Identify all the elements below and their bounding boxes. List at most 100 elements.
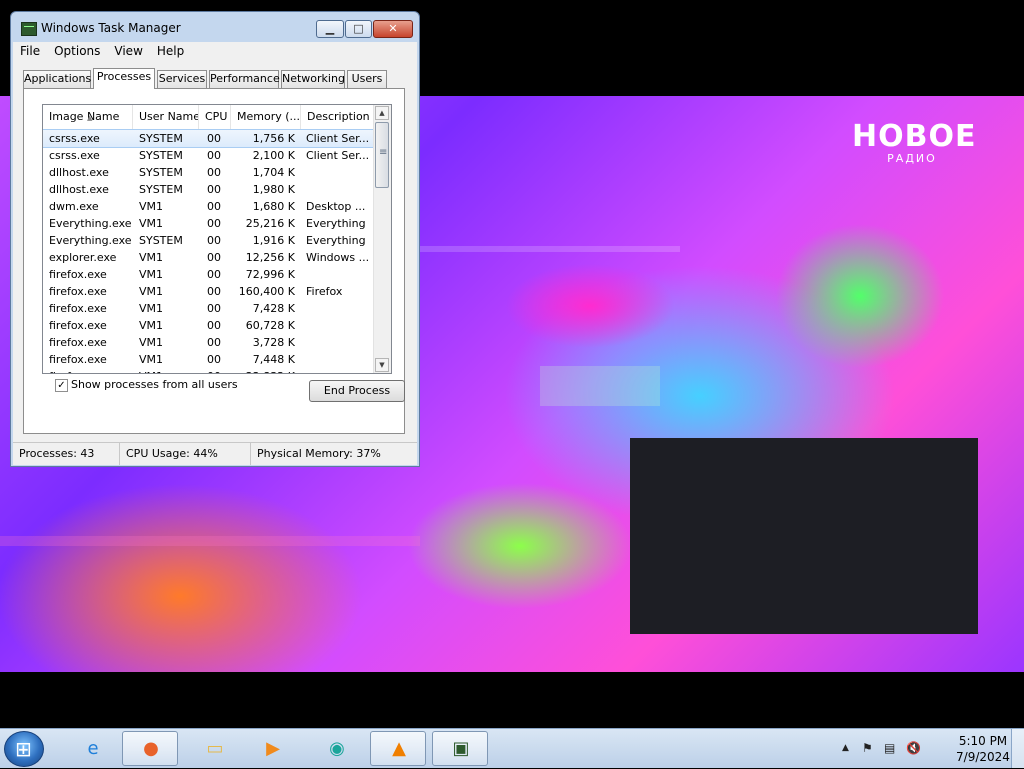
clock[interactable]: 5:10 PM 7/9/2024 bbox=[948, 733, 1018, 765]
column-cpu[interactable]: CPU bbox=[199, 105, 231, 129]
client-area: Applications Processes Services Performa… bbox=[13, 62, 417, 442]
column-label: Image Name bbox=[49, 110, 120, 123]
cell-cpu: 00 bbox=[207, 217, 221, 230]
cell-cpu: 00 bbox=[207, 132, 221, 145]
menu-bar: File Options View Help bbox=[13, 42, 417, 62]
processes-panel: Image Name ▲ User Name CPU Memory (... De… bbox=[23, 88, 405, 434]
cell-image-name: Everything.exe bbox=[49, 217, 132, 230]
column-memory[interactable]: Memory (... bbox=[231, 105, 301, 129]
cell-user-name: SYSTEM bbox=[139, 234, 183, 247]
volume-muted-icon[interactable]: 🔇 bbox=[906, 741, 921, 755]
table-row[interactable]: firefox.exe VM1 00 3,728 K bbox=[43, 334, 375, 351]
explorer-button[interactable]: ▭ bbox=[186, 731, 242, 766]
action-center-flag-icon[interactable]: ⚑ bbox=[862, 741, 873, 755]
table-row[interactable]: firefox.exe VM1 00 160,400 K Firefox bbox=[43, 283, 375, 300]
cell-image-name: firefox.exe bbox=[49, 319, 107, 332]
network-icon[interactable]: ▤ bbox=[884, 741, 895, 755]
table-row[interactable]: firefox.exe VM1 00 7,448 K bbox=[43, 351, 375, 368]
cell-cpu: 00 bbox=[207, 183, 221, 196]
cell-memory: 1,680 K bbox=[252, 200, 295, 213]
scroll-down-icon[interactable]: ▼ bbox=[375, 358, 389, 372]
cell-description: Client Ser... bbox=[306, 149, 370, 162]
tab-processes[interactable]: Processes bbox=[93, 68, 155, 89]
cell-cpu: 00 bbox=[207, 268, 221, 281]
table-row[interactable]: csrss.exe SYSTEM 00 2,100 K Client Ser... bbox=[43, 147, 375, 164]
app-icon: ◉ bbox=[329, 738, 345, 759]
menu-options[interactable]: Options bbox=[47, 42, 107, 60]
title-bar[interactable]: Windows Task Manager ▁ □ ✕ bbox=[11, 12, 419, 42]
cell-user-name: SYSTEM bbox=[139, 149, 183, 162]
close-button[interactable]: ✕ bbox=[373, 20, 413, 38]
media-player-button[interactable]: ▶ bbox=[244, 731, 300, 766]
firefox-button[interactable]: ● bbox=[122, 731, 178, 766]
cell-user-name: VM1 bbox=[139, 217, 164, 230]
vertical-scrollbar[interactable]: ▲ ▼ bbox=[373, 105, 391, 373]
show-hidden-icons-icon[interactable]: ▲ bbox=[842, 743, 849, 753]
column-image-name[interactable]: Image Name ▲ bbox=[43, 105, 133, 129]
table-row[interactable]: Everything.exe VM1 00 25,216 K Everything bbox=[43, 215, 375, 232]
cell-description bbox=[306, 368, 374, 373]
table-row[interactable]: csrss.exe SYSTEM 00 1,756 K Client Ser... bbox=[43, 129, 376, 148]
table-row[interactable]: firefox.exe VM1 00 72,996 K bbox=[43, 266, 375, 283]
maximize-button[interactable]: □ bbox=[345, 20, 372, 38]
cell-image-name: firefox.exe bbox=[49, 368, 137, 373]
show-all-processes-checkbox[interactable]: ✓ bbox=[55, 379, 68, 392]
minimize-button[interactable]: ▁ bbox=[316, 20, 344, 38]
cell-user-name: VM1 bbox=[139, 268, 164, 281]
cell-memory: 160,400 K bbox=[238, 285, 295, 298]
sort-up-icon: ▲ bbox=[87, 114, 93, 122]
task-manager-icon bbox=[21, 22, 37, 36]
cell-description: Firefox bbox=[306, 285, 343, 298]
ie-button[interactable]: e bbox=[64, 731, 120, 766]
cell-user-name: VM1 bbox=[139, 200, 164, 213]
column-description[interactable]: Description bbox=[301, 105, 375, 129]
menu-help[interactable]: Help bbox=[150, 42, 191, 60]
tab-performance[interactable]: Performance bbox=[209, 70, 280, 88]
table-row[interactable]: Everything.exe SYSTEM 00 1,916 K Everything bbox=[43, 232, 375, 249]
process-list[interactable]: Image Name ▲ User Name CPU Memory (... De… bbox=[42, 104, 392, 374]
table-row[interactable]: dwm.exe VM1 00 1,680 K Desktop ... bbox=[43, 198, 375, 215]
clock-time: 5:10 PM bbox=[958, 734, 1008, 748]
firefox-icon: ● bbox=[143, 738, 159, 759]
column-user-name[interactable]: User Name bbox=[133, 105, 199, 129]
cell-image-name: dllhost.exe bbox=[49, 183, 109, 196]
cell-description: Windows ... bbox=[306, 251, 370, 264]
end-process-button[interactable]: End Process bbox=[309, 380, 405, 402]
cell-memory: 25,216 K bbox=[245, 217, 295, 230]
menu-file[interactable]: File bbox=[13, 42, 47, 60]
table-row[interactable]: firefox.exeVM1 00 22,832 K bbox=[43, 368, 375, 373]
video-artifact bbox=[540, 366, 660, 406]
cell-user-name: SYSTEM bbox=[139, 132, 183, 145]
tab-users[interactable]: Users bbox=[347, 70, 387, 88]
task-manager-button[interactable]: ▣ bbox=[432, 731, 488, 766]
cell-description bbox=[306, 181, 374, 198]
cell-cpu: 00 bbox=[207, 319, 221, 332]
table-row[interactable]: dllhost.exe SYSTEM 00 1,980 K bbox=[43, 181, 375, 198]
cell-cpu: 00 bbox=[207, 368, 229, 373]
cell-memory: 3,728 K bbox=[252, 336, 295, 349]
menu-view[interactable]: View bbox=[107, 42, 149, 60]
taskbar: e ● ▭ ▶ ◉ ▲ ▣ ▲ ⚑ ▤ 🔇 5:10 PM 7/9/2024 bbox=[0, 728, 1024, 768]
table-row[interactable]: dllhost.exe SYSTEM 00 1,704 K bbox=[43, 164, 375, 181]
table-row[interactable]: firefox.exe VM1 00 7,428 K bbox=[43, 300, 375, 317]
app-button[interactable]: ◉ bbox=[308, 731, 364, 766]
task-manager-window[interactable]: Windows Task Manager ▁ □ ✕ File Options Vi… bbox=[10, 11, 420, 467]
cell-cpu: 00 bbox=[207, 302, 221, 315]
scroll-up-icon[interactable]: ▲ bbox=[375, 106, 389, 120]
scroll-thumb[interactable] bbox=[375, 122, 389, 188]
clock-date: 7/9/2024 bbox=[956, 750, 1010, 764]
table-row[interactable]: firefox.exe VM1 00 60,728 K bbox=[43, 317, 375, 334]
cell-description bbox=[306, 334, 374, 351]
cell-memory: 22,832 K bbox=[233, 368, 295, 373]
cell-image-name: csrss.exe bbox=[49, 149, 100, 162]
start-button[interactable] bbox=[4, 731, 44, 767]
tab-applications[interactable]: Applications bbox=[23, 70, 91, 88]
cell-memory: 1,980 K bbox=[252, 183, 295, 196]
tab-services[interactable]: Services bbox=[157, 70, 207, 88]
table-row[interactable]: explorer.exe VM1 00 12,256 K Windows ... bbox=[43, 249, 375, 266]
cell-cpu: 00 bbox=[207, 166, 221, 179]
tab-networking[interactable]: Networking bbox=[281, 70, 345, 88]
cell-cpu: 00 bbox=[207, 149, 221, 162]
vlc-button[interactable]: ▲ bbox=[370, 731, 426, 766]
show-desktop-button[interactable] bbox=[1011, 729, 1024, 768]
